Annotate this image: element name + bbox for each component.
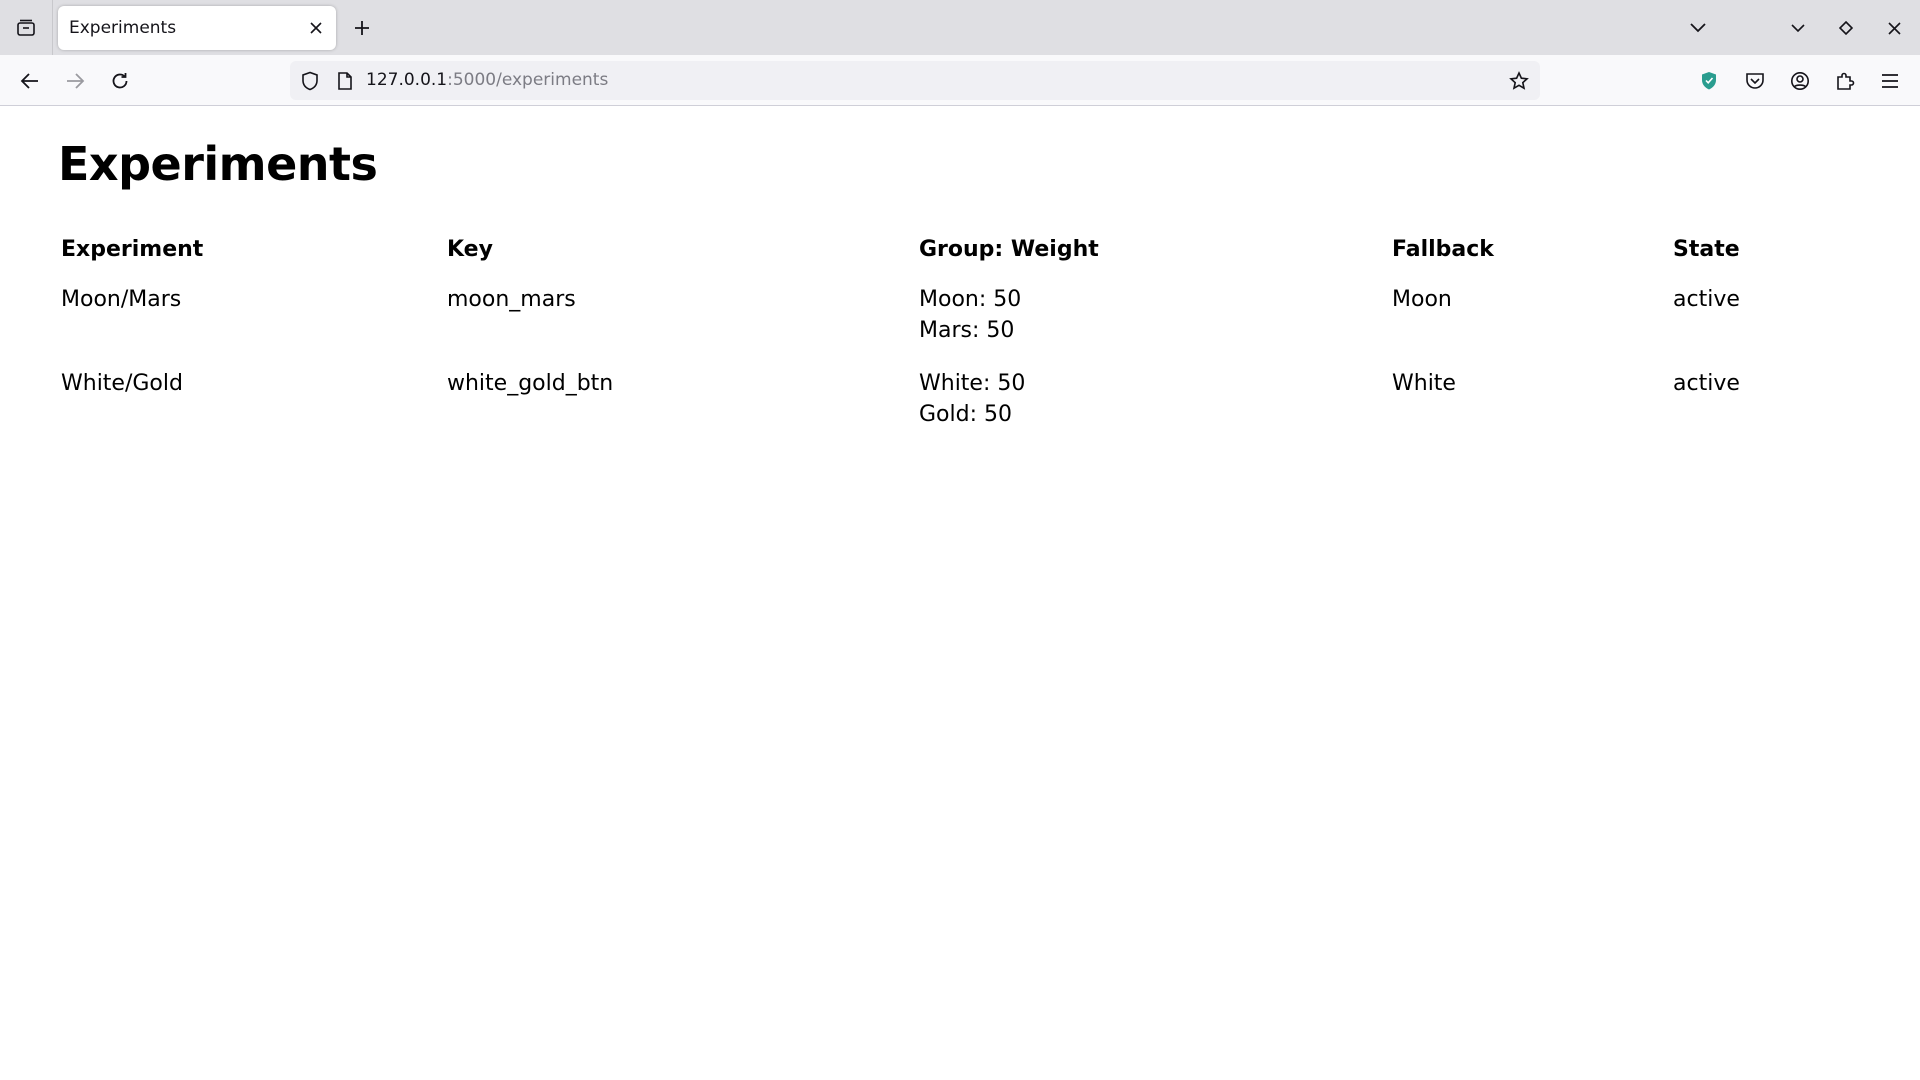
cell-experiment: Moon/Mars bbox=[61, 287, 182, 312]
hamburger-menu-icon[interactable] bbox=[1872, 63, 1908, 99]
tracking-shield-icon[interactable] bbox=[297, 68, 323, 94]
page-title: Experiments bbox=[58, 137, 378, 191]
page-content: Experiments Experiment Key Group: Weight… bbox=[0, 107, 1920, 1080]
group-weight: Moon: 50 bbox=[919, 287, 1022, 312]
tab-experiments[interactable]: Experiments bbox=[58, 6, 336, 50]
header-key: Key bbox=[447, 237, 493, 262]
forward-arrow-icon[interactable] bbox=[57, 63, 93, 99]
tab-title: Experiments bbox=[69, 18, 177, 38]
close-icon[interactable] bbox=[304, 16, 328, 40]
table-row: White/Gold white_gold_btn White: 50 Gold… bbox=[58, 366, 1870, 450]
tab-bar: Experiments bbox=[0, 0, 1920, 55]
account-icon[interactable] bbox=[1782, 63, 1818, 99]
pocket-icon[interactable] bbox=[1737, 63, 1773, 99]
header-fallback: Fallback bbox=[1392, 237, 1494, 262]
vpn-shield-icon[interactable] bbox=[1691, 63, 1727, 99]
cell-fallback: Moon bbox=[1392, 287, 1452, 312]
header-state: State bbox=[1673, 237, 1740, 262]
back-arrow-icon[interactable] bbox=[12, 63, 48, 99]
list-all-tabs-icon[interactable] bbox=[1681, 11, 1715, 45]
cell-key: moon_mars bbox=[447, 287, 576, 312]
tab-separator bbox=[52, 0, 53, 55]
table-header-row: Experiment Key Group: Weight Fallback St… bbox=[58, 235, 1870, 282]
reload-icon[interactable] bbox=[102, 63, 138, 99]
url-host: 127.0.0.1 bbox=[366, 70, 448, 90]
maximize-diamond-icon[interactable] bbox=[1829, 11, 1863, 45]
cell-experiment: White/Gold bbox=[61, 371, 183, 396]
group-weight: White: 50 bbox=[919, 371, 1026, 396]
tab-overview-icon[interactable] bbox=[10, 12, 42, 44]
url-text[interactable]: 127.0.0.1:5000/experiments bbox=[366, 61, 608, 100]
group-weight: Mars: 50 bbox=[919, 318, 1015, 343]
header-group-weight: Group: Weight bbox=[919, 237, 1099, 262]
table-row: Moon/Mars moon_mars Moon: 50 Mars: 50 Mo… bbox=[58, 282, 1870, 366]
window-close-icon[interactable] bbox=[1877, 11, 1911, 45]
cell-state: active bbox=[1673, 371, 1740, 396]
header-experiment: Experiment bbox=[61, 237, 204, 262]
cell-groups: White: 50 Gold: 50 bbox=[916, 366, 1389, 450]
bookmark-star-icon[interactable] bbox=[1506, 68, 1532, 94]
address-bar[interactable]: 127.0.0.1:5000/experiments bbox=[290, 61, 1540, 100]
extensions-puzzle-icon[interactable] bbox=[1827, 63, 1863, 99]
cell-state: active bbox=[1673, 287, 1740, 312]
navigation-toolbar: 127.0.0.1:5000/experiments bbox=[0, 55, 1920, 106]
minimize-chevron-icon[interactable] bbox=[1781, 11, 1815, 45]
experiments-table: Experiment Key Group: Weight Fallback St… bbox=[58, 235, 1870, 450]
group-weight: Gold: 50 bbox=[919, 402, 1012, 427]
cell-key: white_gold_btn bbox=[447, 371, 614, 396]
cell-fallback: White bbox=[1392, 371, 1456, 396]
cell-groups: Moon: 50 Mars: 50 bbox=[916, 282, 1389, 366]
page-info-icon[interactable] bbox=[332, 68, 358, 94]
url-path: :5000/experiments bbox=[447, 70, 609, 90]
new-tab-button[interactable] bbox=[346, 12, 378, 44]
